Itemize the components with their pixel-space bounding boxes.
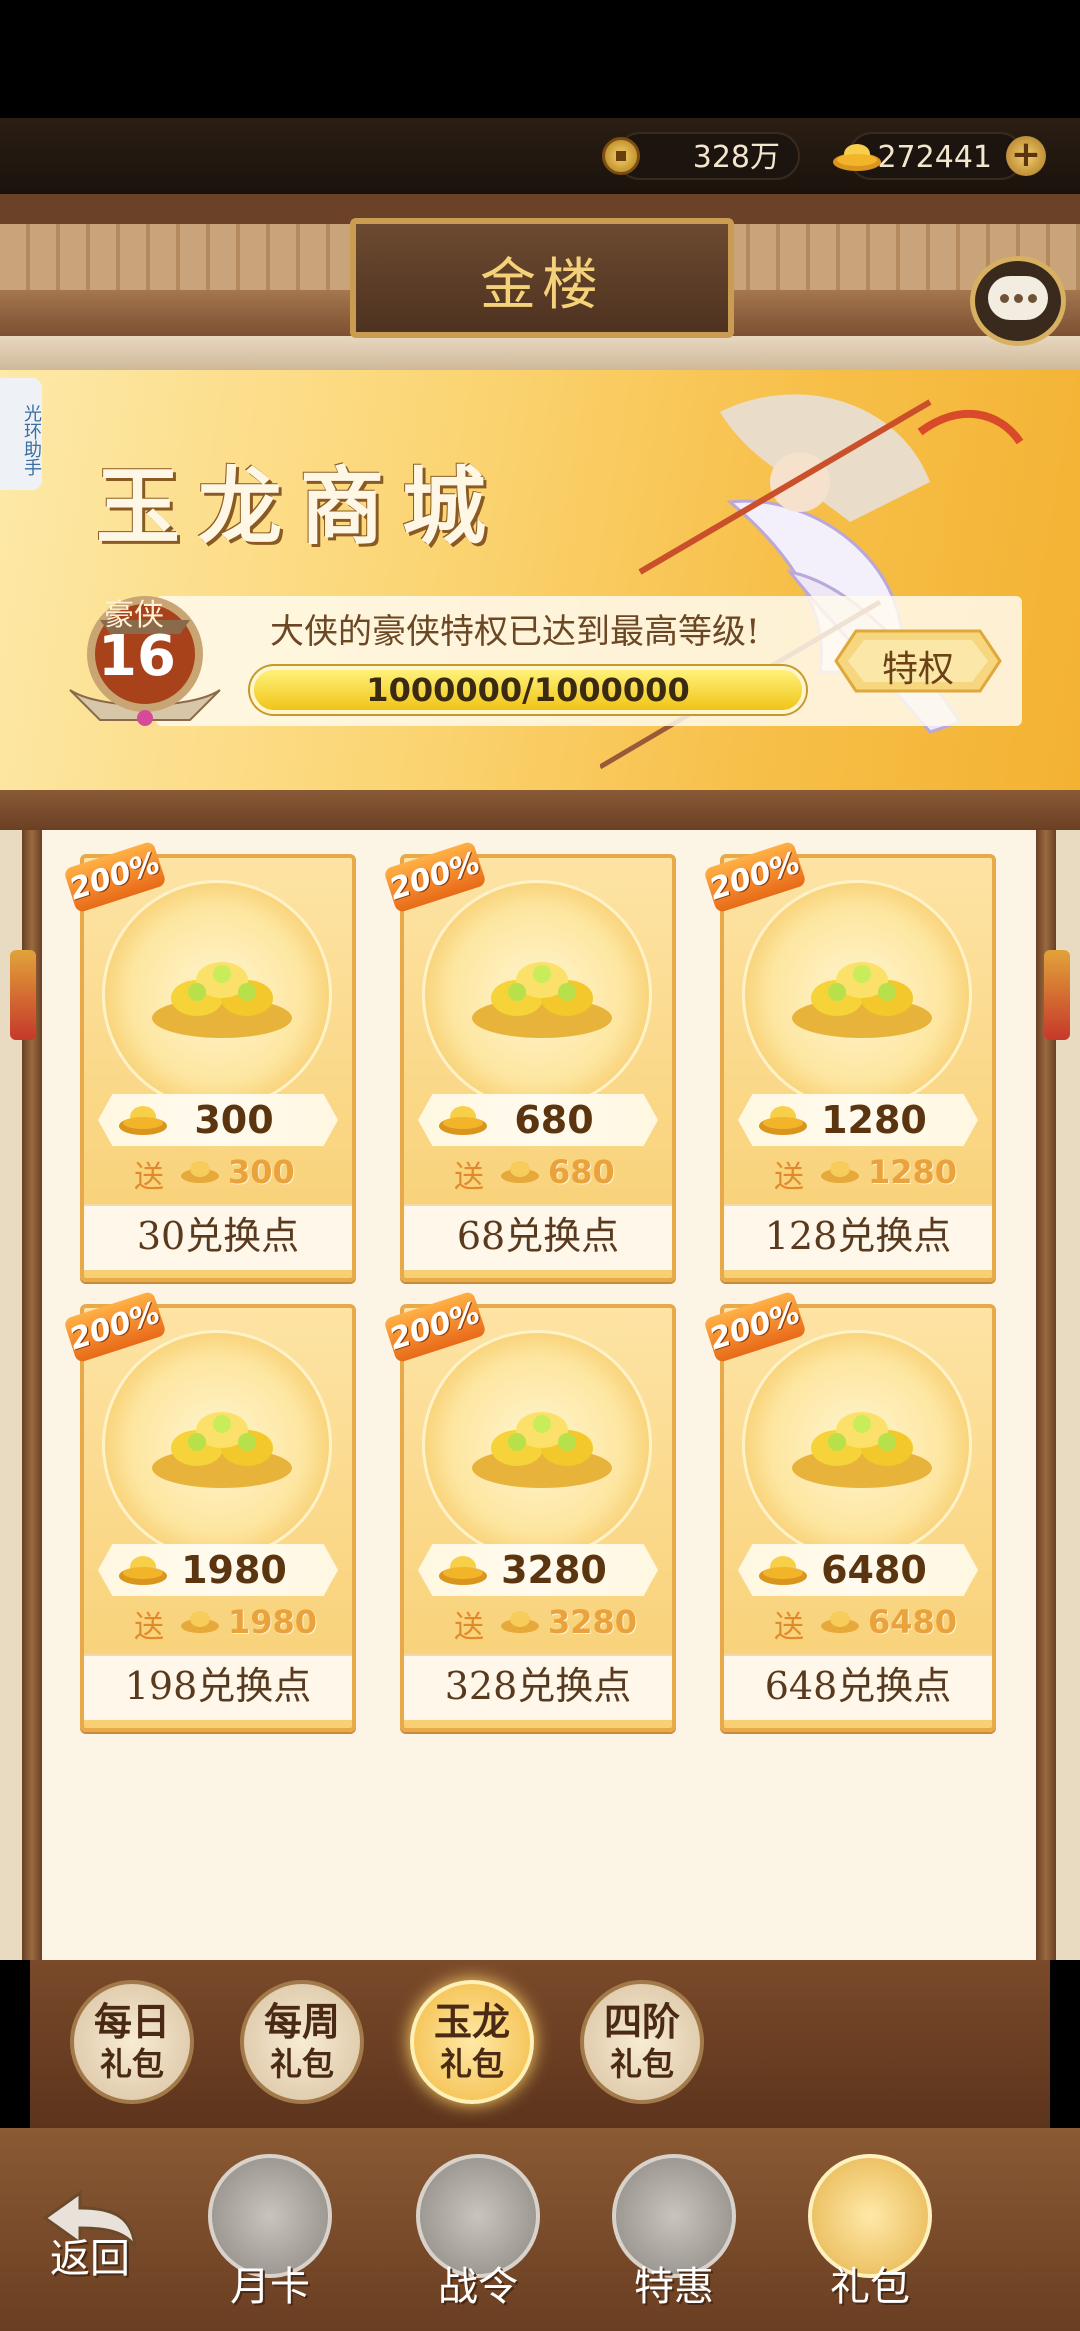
gold-ingot-icon <box>821 1161 859 1183</box>
bonus-label: 送 <box>134 1160 164 1195</box>
gold-ingot-small-pile-icon <box>152 962 292 1038</box>
gold-ingot-chest-icon <box>472 1412 612 1488</box>
product-card[interactable]: 200% 1980 送 1980 198兑换点 <box>63 1290 356 1732</box>
nav-label: 特惠 <box>634 2264 714 2310</box>
add-ingot-button[interactable]: + <box>1006 136 1046 176</box>
tab-label-line1: 四阶 <box>603 1999 680 2044</box>
ingot-amount: 6480 <box>821 1548 927 1592</box>
price-label: 68兑换点 <box>456 1214 620 1258</box>
hero-character-illustration <box>600 394 1024 770</box>
copper-coin-icon <box>602 137 640 175</box>
gold-ingot-red-pouch-icon <box>152 1412 292 1488</box>
vip-level: 16 <box>98 624 176 689</box>
bonus-label: 送 <box>774 1160 804 1195</box>
tab-gift-3[interactable]: 四阶 礼包 <box>580 1980 704 2104</box>
ingot-amount: 272441 <box>877 140 992 175</box>
bonus-label: 送 <box>454 1610 484 1645</box>
privilege-message: 大侠的豪侠特权已达到最高等级! <box>270 612 760 652</box>
tab-label-line2: 礼包 <box>99 2045 164 2083</box>
product-card[interactable]: 200% 300 送 300 30兑换点 <box>63 840 356 1282</box>
gold-ingot-icon <box>181 1611 219 1633</box>
bonus-label: 送 <box>774 1610 804 1645</box>
gold-ingot-sack-icon <box>792 962 932 1038</box>
chat-dot <box>1028 294 1037 303</box>
bonus-amount: 1980 <box>228 1603 318 1641</box>
tab-label-line1: 每日 <box>93 1999 170 2044</box>
nav-label: 战令 <box>438 2264 518 2310</box>
bonus-amount: 1280 <box>868 1153 958 1191</box>
back-button[interactable]: 返回 <box>30 2226 150 2284</box>
tab-gift-2[interactable]: 玉龙 礼包 <box>410 1980 534 2104</box>
price-label: 648兑换点 <box>764 1664 952 1708</box>
panel-top-beam <box>0 790 1080 830</box>
nav-item-0[interactable]: 月卡 <box>200 2150 340 2320</box>
tab-label-line1: 每周 <box>263 1999 340 2044</box>
gold-ingot-icon <box>833 144 881 171</box>
price-label: 198兑换点 <box>124 1664 312 1708</box>
vip-progress-text: 1000000/1000000 <box>366 671 690 709</box>
gold-ingot-icon <box>501 1611 539 1633</box>
bonus-label: 送 <box>454 1160 484 1195</box>
chat-dot <box>1000 294 1009 303</box>
bonus-amount: 6480 <box>868 1603 958 1641</box>
nav-label: 月卡 <box>230 2264 310 2310</box>
nav-label: 礼包 <box>830 2264 910 2310</box>
tab-gift-1[interactable]: 每周 礼包 <box>240 1980 364 2104</box>
shop-title: 玉龙商城 <box>96 457 505 556</box>
chat-dot <box>1014 294 1023 303</box>
gold-ingot-icon <box>181 1161 219 1183</box>
tab-label-line2: 礼包 <box>439 2045 504 2083</box>
roof-band <box>0 336 1080 370</box>
nav-item-2[interactable]: 特惠 <box>604 2150 744 2320</box>
bonus-amount: 300 <box>228 1153 295 1191</box>
bonus-label: 送 <box>134 1610 164 1645</box>
lantern-right-icon <box>1044 950 1070 1040</box>
nav-item-3[interactable]: 礼包 <box>800 2150 940 2320</box>
privilege-button-label: 特权 <box>881 649 954 690</box>
coin-balance: 328万 <box>616 132 800 180</box>
coin-amount: 328万 <box>692 140 780 175</box>
lantern-left-icon <box>10 950 36 1040</box>
price-label: 128兑换点 <box>764 1214 952 1258</box>
bonus-amount: 680 <box>548 1153 615 1191</box>
ingot-amount: 300 <box>194 1098 274 1142</box>
ingot-amount: 1280 <box>821 1098 927 1142</box>
ingot-amount: 3280 <box>501 1548 607 1592</box>
tab-gift-0[interactable]: 每日 礼包 <box>70 1980 194 2104</box>
ingot-amount: 680 <box>514 1098 594 1142</box>
page-title: 金楼 <box>480 253 604 318</box>
tab-label-line2: 礼包 <box>609 2045 674 2083</box>
nav-item-1[interactable]: 战令 <box>408 2150 548 2320</box>
ingot-amount: 1980 <box>181 1548 287 1592</box>
price-label: 30兑换点 <box>136 1214 300 1258</box>
bonus-amount: 3280 <box>548 1603 638 1641</box>
tab-label-line1: 玉龙 <box>433 1999 510 2044</box>
tab-label-line2: 礼包 <box>269 2045 334 2083</box>
product-card[interactable]: 200% 6480 送 6480 648兑换点 <box>703 1290 996 1732</box>
price-label: 328兑换点 <box>444 1664 632 1708</box>
helper-label: 光环助手 <box>21 404 42 476</box>
gold-ingot-icon <box>501 1161 539 1183</box>
product-card[interactable]: 200% 1280 送 1280 128兑换点 <box>703 840 996 1282</box>
gold-ingot-icon <box>821 1611 859 1633</box>
gold-ingot-large-chest-icon <box>792 1412 932 1488</box>
product-card[interactable]: 200% 3280 送 3280 328兑换点 <box>383 1290 676 1732</box>
gold-ingot-tray-icon <box>472 962 612 1038</box>
product-card[interactable]: 200% 680 送 680 68兑换点 <box>383 840 676 1282</box>
helper-side-tab[interactable]: 光环助手 <box>0 378 42 490</box>
